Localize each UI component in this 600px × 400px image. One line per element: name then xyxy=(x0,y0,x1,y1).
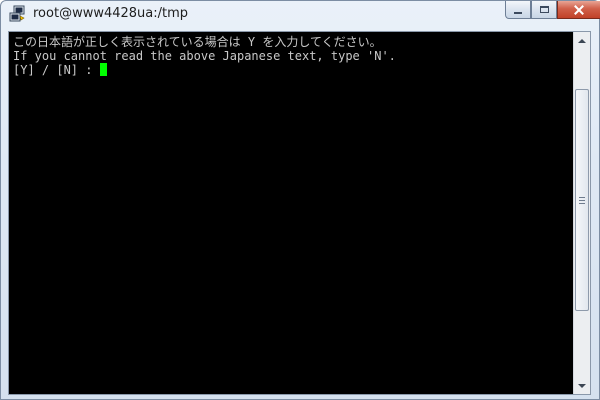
text-cursor xyxy=(99,63,107,76)
terminal-screen[interactable]: この日本語が正しく表示されている場合は Y を入力してください。 If you … xyxy=(9,32,574,394)
window-controls xyxy=(505,1,600,21)
vertical-scrollbar[interactable] xyxy=(573,32,590,394)
maximize-icon xyxy=(539,6,549,13)
arrow-up-icon xyxy=(578,38,586,43)
close-icon xyxy=(574,5,584,15)
terminal-prompt-line: [Y] / [N] : xyxy=(13,63,570,77)
title-bar[interactable]: root@www4428ua:/tmp xyxy=(1,1,600,27)
scroll-down-button[interactable] xyxy=(574,377,590,394)
window-title: root@www4428ua:/tmp xyxy=(33,6,189,21)
minimize-button[interactable] xyxy=(505,1,531,19)
maximize-button[interactable] xyxy=(531,1,557,19)
putty-icon[interactable] xyxy=(9,5,27,23)
arrow-down-icon xyxy=(578,383,586,388)
terminal-line: この日本語が正しく表示されている場合は Y を入力してください。 xyxy=(13,35,382,49)
minimize-icon xyxy=(514,11,522,14)
close-button[interactable] xyxy=(557,1,600,19)
prompt-text: [Y] / [N] : xyxy=(13,63,100,77)
grip-icon xyxy=(579,196,585,204)
terminal-line: If you cannot read the above Japanese te… xyxy=(13,49,396,63)
terminal-window: root@www4428ua:/tmp この日本語が正しく表示されている場合は … xyxy=(0,0,600,400)
scrollbar-thumb[interactable] xyxy=(575,89,589,311)
scroll-up-button[interactable] xyxy=(574,32,590,49)
terminal-client-area: この日本語が正しく表示されている場合は Y を入力してください。 If you … xyxy=(8,31,591,395)
